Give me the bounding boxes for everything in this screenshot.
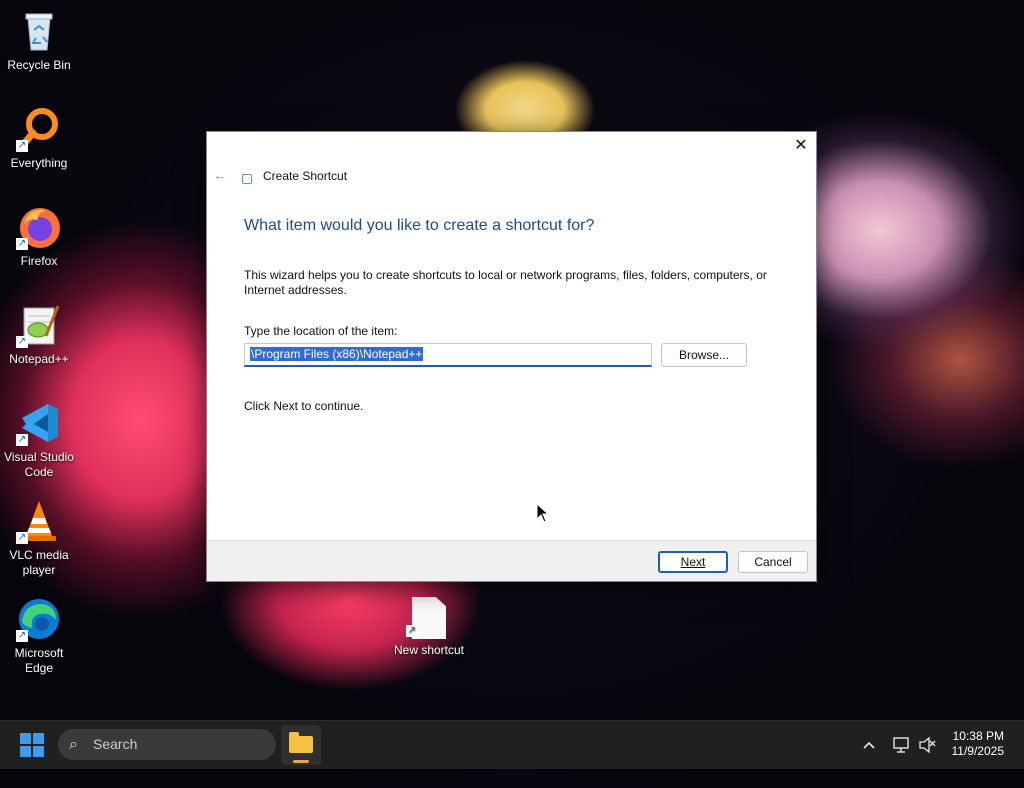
tray-chevron-icon[interactable] — [862, 721, 876, 769]
desktop-icon-vscode[interactable]: ↗ Visual Studio Code — [1, 400, 77, 480]
desktop-icon-vlc[interactable]: ↗ VLC media player — [1, 498, 77, 578]
desktop-icon-label: New shortcut — [393, 643, 465, 657]
create-shortcut-dialog: ✕ ← Create Shortcut What item would you … — [206, 131, 817, 582]
wizard-description: This wizard helps you to create shortcut… — [244, 268, 767, 297]
shortcut-arrow-icon: ↗ — [16, 630, 28, 642]
desktop-icon-label: Everything — [10, 156, 68, 170]
continue-hint: Click Next to continue. — [244, 399, 364, 413]
shortcut-arrow-icon: ↗ — [16, 238, 28, 250]
shortcut-arrow-icon: ↗ — [16, 434, 28, 446]
file-explorer-icon — [289, 732, 313, 753]
desktop-icon-label: Recycle Bin — [7, 58, 71, 72]
location-label: Type the location of the item: — [244, 324, 398, 338]
shortcut-arrow-icon: ↗ — [16, 336, 28, 348]
search-placeholder: Search — [93, 736, 138, 752]
taskbar-search-box[interactable]: ⌕ Search — [58, 729, 276, 760]
desktop-icon-recycle-bin[interactable]: Recycle Bin — [1, 8, 77, 73]
taskbar-file-explorer[interactable] — [281, 725, 321, 765]
browse-button[interactable]: Browse... — [661, 343, 747, 367]
windows-start-icon[interactable] — [20, 733, 44, 757]
edge-icon: ↗ — [16, 596, 62, 642]
next-button-label: Next — [680, 555, 706, 569]
shortcut-arrow-icon: ↗ — [406, 625, 418, 637]
volume-muted-icon[interactable] — [918, 721, 936, 769]
location-input[interactable]: \Program Files (x86)\Notepad++ — [244, 343, 652, 367]
next-button[interactable]: Next — [658, 551, 728, 573]
wizard-heading: What item would you like to create a sho… — [244, 217, 595, 234]
vscode-icon: ↗ — [16, 400, 62, 446]
network-icon[interactable] — [892, 721, 910, 769]
dialog-footer: Next Cancel — [207, 540, 816, 581]
system-clock[interactable]: 10:38 PM 11/9/2025 — [952, 729, 1005, 759]
shortcut-wizard-icon — [242, 174, 252, 184]
shortcut-arrow-icon: ↗ — [16, 532, 28, 544]
vlc-icon: ↗ — [16, 498, 62, 544]
desktop-icon-firefox[interactable]: ↗ Firefox — [1, 204, 77, 269]
clock-time: 10:38 PM — [952, 729, 1004, 743]
mouse-cursor-icon — [536, 503, 550, 523]
desktop-icon-label: Notepad++ — [9, 352, 69, 366]
desktop-icon-label: VLC media player — [9, 548, 69, 577]
desktop-icon-label: Microsoft Edge — [14, 646, 64, 675]
close-button[interactable]: ✕ — [786, 132, 816, 160]
location-input-value: \Program Files (x86)\Notepad++ — [250, 347, 424, 361]
desktop-icon-new-shortcut[interactable]: ↗ New shortcut — [390, 597, 468, 657]
notepad-plus-plus-icon: ↗ — [16, 302, 62, 348]
desktop-icon-notepad-plus-plus[interactable]: ↗ Notepad++ — [1, 302, 77, 367]
desktop-icon-everything[interactable]: ↗ Everything — [1, 106, 77, 171]
firefox-icon: ↗ — [16, 204, 62, 250]
active-app-indicator — [293, 760, 309, 763]
everything-search-icon: ↗ — [16, 106, 62, 152]
cancel-button[interactable]: Cancel — [738, 551, 808, 573]
search-icon: ⌕ — [69, 736, 78, 753]
desktop-icon-label: Firefox — [20, 254, 58, 268]
wizard-title: Create Shortcut — [263, 169, 348, 183]
clock-date: 11/9/2025 — [951, 744, 1005, 758]
shortcut-arrow-icon: ↗ — [16, 140, 28, 152]
taskbar: ⌕ Search 10:38 PM 11/9/2025 — [0, 720, 1024, 769]
recycle-bin-icon — [16, 8, 62, 54]
desktop-icon-label: Visual Studio Code — [4, 450, 74, 479]
back-arrow-icon[interactable]: ← — [213, 167, 227, 183]
desktop-icon-edge[interactable]: ↗ Microsoft Edge — [1, 596, 77, 676]
